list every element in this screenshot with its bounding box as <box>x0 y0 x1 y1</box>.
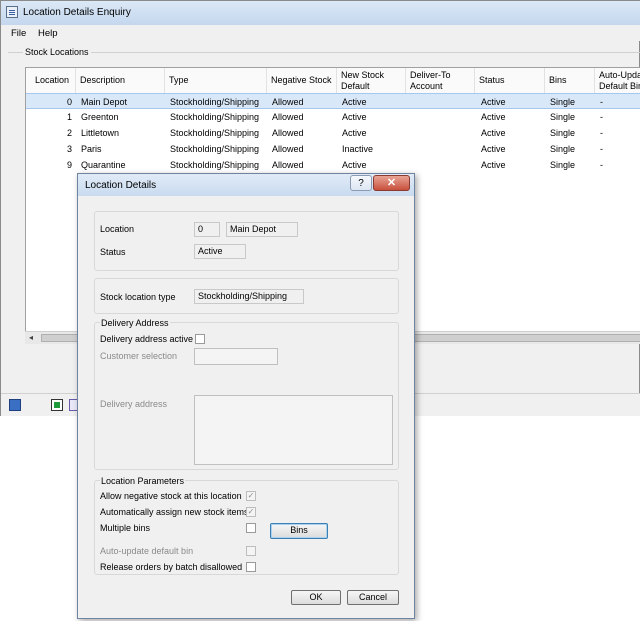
cell-auto: - <box>600 144 603 154</box>
col-auto-update[interactable]: Auto-Update Default Bin <box>595 68 640 93</box>
multiple-bins-label: Multiple bins <box>100 523 151 533</box>
cell-bins: Single <box>550 160 576 170</box>
cell-status: Active <box>481 97 506 107</box>
location-label: Location <box>100 224 135 234</box>
cell-type: Stockholding/Shipping <box>170 97 260 107</box>
col-type[interactable]: Type <box>165 68 267 93</box>
col-location[interactable]: Location <box>26 68 76 93</box>
ok-button[interactable]: OK <box>291 590 341 605</box>
cell-bins: Single <box>550 97 576 107</box>
auto-assign-checkbox[interactable]: ✓ <box>246 507 256 517</box>
main-titlebar[interactable]: Location Details Enquiry <box>1 1 640 25</box>
cell-new-default: Inactive <box>342 144 374 154</box>
bins-button[interactable]: Bins <box>270 523 328 539</box>
table-row[interactable]: 3 Paris Stockholding/Shipping Allowed In… <box>26 141 640 157</box>
cell-location: 3 <box>66 144 72 154</box>
cell-new-default: Active <box>342 97 367 107</box>
cell-negative: Allowed <box>272 144 304 154</box>
cell-location: 1 <box>66 112 72 122</box>
col-description[interactable]: Description <box>76 68 165 93</box>
customer-selection-label: Customer selection <box>100 351 178 361</box>
cell-description: Paris <box>81 144 102 154</box>
delivery-active-checkbox[interactable] <box>195 334 205 344</box>
location-details-dialog: Location Details ? ✕ Location 0 Main Dep… <box>77 173 415 619</box>
location-panel <box>94 211 399 271</box>
delivery-active-label: Delivery address active <box>100 334 194 344</box>
menu-help[interactable]: Help <box>38 28 58 39</box>
col-status[interactable]: Status <box>475 68 545 93</box>
allow-negative-label: Allow negative stock at this location <box>100 491 242 501</box>
stock-locations-label: Stock Locations <box>23 47 91 57</box>
cell-auto: - <box>600 160 603 170</box>
cell-type: Stockholding/Shipping <box>170 160 260 170</box>
table-row[interactable]: 0 Main Depot Stockholding/Shipping Allow… <box>26 93 640 109</box>
cell-new-default: Active <box>342 160 367 170</box>
cell-description: Main Depot <box>81 97 128 107</box>
cell-auto: - <box>600 112 603 122</box>
cell-location: 2 <box>66 128 72 138</box>
cell-negative: Allowed <box>272 97 304 107</box>
cell-auto: - <box>600 128 603 138</box>
cell-negative: Allowed <box>272 112 304 122</box>
cell-bins: Single <box>550 128 576 138</box>
scroll-left-icon[interactable]: ◂ <box>29 333 33 342</box>
col-bins[interactable]: Bins <box>545 68 595 93</box>
cell-auto: - <box>600 97 603 107</box>
cell-status: Active <box>481 128 506 138</box>
location-parameters-group-label: Location Parameters <box>100 476 186 486</box>
cell-description: Littletown <box>81 128 120 138</box>
cell-status: Active <box>481 160 506 170</box>
auto-assign-label: Automatically assign new stock items <box>100 507 249 517</box>
col-deliver-to[interactable]: Deliver-To Account <box>406 68 475 93</box>
cell-description: Quarantine <box>81 160 126 170</box>
menu-bar: File Help <box>1 25 640 41</box>
green-square-icon[interactable] <box>51 399 63 411</box>
app-icon <box>6 6 18 18</box>
status-field: Active <box>194 244 246 259</box>
location-code-field: 0 <box>194 222 220 237</box>
col-negative-stock[interactable]: Negative Stock <box>267 68 337 93</box>
delivery-address-group-label: Delivery Address <box>100 318 170 328</box>
window-title: Location Details Enquiry <box>23 7 131 18</box>
release-orders-checkbox[interactable] <box>246 562 256 572</box>
cell-bins: Single <box>550 112 576 122</box>
table-header: Location Description Type Negative Stock… <box>26 68 640 94</box>
cell-negative: Allowed <box>272 160 304 170</box>
cell-status: Active <box>481 144 506 154</box>
dialog-titlebar[interactable]: Location Details ? ✕ <box>78 174 414 196</box>
cell-status: Active <box>481 112 506 122</box>
cell-location: 9 <box>66 160 72 170</box>
cell-negative: Allowed <box>272 128 304 138</box>
cell-location: 0 <box>66 97 72 107</box>
cell-bins: Single <box>550 144 576 154</box>
delivery-address-label: Delivery address <box>100 399 168 409</box>
cancel-button[interactable]: Cancel <box>347 590 399 605</box>
auto-update-bin-label: Auto-update default bin <box>100 546 194 556</box>
cell-type: Stockholding/Shipping <box>170 128 260 138</box>
cell-type: Stockholding/Shipping <box>170 144 260 154</box>
customer-selection-field[interactable] <box>194 348 278 365</box>
stock-type-field: Stockholding/Shipping <box>194 289 304 304</box>
location-name-field: Main Depot <box>226 222 298 237</box>
auto-update-bin-checkbox[interactable] <box>246 546 256 556</box>
cell-type: Stockholding/Shipping <box>170 112 260 122</box>
stock-type-label: Stock location type <box>100 292 176 302</box>
cell-new-default: Active <box>342 112 367 122</box>
allow-negative-checkbox[interactable]: ✓ <box>246 491 256 501</box>
delivery-address-field[interactable] <box>194 395 393 465</box>
table-row[interactable]: 2 Littletown Stockholding/Shipping Allow… <box>26 125 640 141</box>
table-row[interactable]: 1 Greenton Stockholding/Shipping Allowed… <box>26 109 640 125</box>
help-button[interactable]: ? <box>350 175 372 191</box>
close-button[interactable]: ✕ <box>373 175 410 191</box>
col-new-stock-default[interactable]: New Stock Default <box>337 68 406 93</box>
cell-new-default: Active <box>342 128 367 138</box>
navigate-icon[interactable] <box>9 399 21 411</box>
cell-description: Greenton <box>81 112 119 122</box>
multiple-bins-checkbox[interactable] <box>246 523 256 533</box>
status-label: Status <box>100 247 126 257</box>
dialog-title: Location Details <box>85 180 157 191</box>
release-orders-label: Release orders by batch disallowed <box>100 562 243 572</box>
menu-file[interactable]: File <box>11 28 26 39</box>
table-row[interactable]: 9 Quarantine Stockholding/Shipping Allow… <box>26 157 640 173</box>
